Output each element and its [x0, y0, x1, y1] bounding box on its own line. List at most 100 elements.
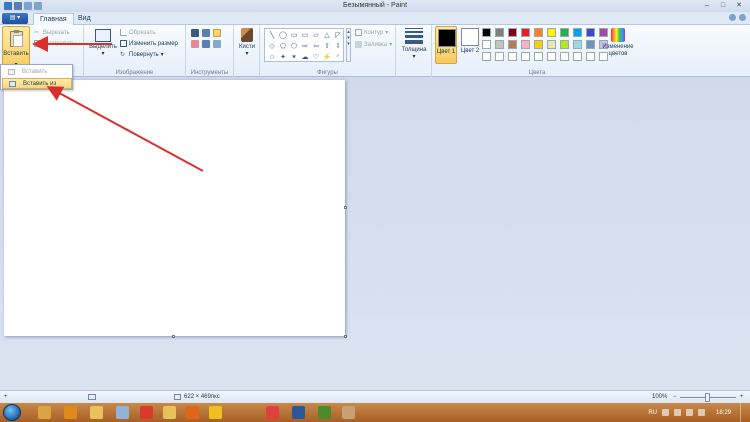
- size-button[interactable]: Толщина ▾: [399, 28, 429, 60]
- tab-home[interactable]: Главная: [33, 13, 74, 25]
- copy-button[interactable]: Копировать: [34, 40, 75, 47]
- arc-shape-icon[interactable]: ◜: [333, 53, 343, 63]
- palette-color-swatch[interactable]: [508, 28, 517, 37]
- palette-color-swatch[interactable]: [560, 28, 569, 37]
- canvas-resize-handle-corner[interactable]: [344, 335, 347, 338]
- flag-icon[interactable]: [697, 409, 705, 416]
- minimize-button[interactable]: –: [700, 1, 714, 10]
- palette-color-swatch[interactable]: [573, 52, 582, 61]
- shapes-gallery[interactable]: ╲ ◯ ▭ ▭ ▱ △ ◸ ◇ ⬠ ⬡ ⇨ ⇦ ⇧ ⇩ ☆ ✦ ✶ ☁ ♡ ⚡ …: [264, 28, 344, 62]
- palette-color-swatch[interactable]: [508, 52, 517, 61]
- color-picker-icon[interactable]: [202, 40, 210, 48]
- pencil-icon[interactable]: [191, 29, 199, 37]
- palette-color-swatch[interactable]: [560, 40, 569, 49]
- paint-menu-button[interactable]: ▤ ▾: [2, 13, 28, 24]
- arrow-left-shape-icon[interactable]: ⇦: [311, 42, 321, 52]
- star5-shape-icon[interactable]: ✦: [278, 53, 288, 63]
- documents-icon[interactable]: [116, 406, 129, 419]
- edit-colors-button[interactable]: Изменение цветов: [598, 28, 638, 58]
- menu-item-paste-from[interactable]: Вставить из: [2, 78, 72, 89]
- palette-color-swatch[interactable]: [547, 40, 556, 49]
- clock[interactable]: 18:29: [716, 410, 731, 416]
- palette-color-swatch[interactable]: [547, 52, 556, 61]
- rectangle-shape-icon[interactable]: ▭: [289, 31, 299, 41]
- palette-color-swatch[interactable]: [495, 52, 504, 61]
- palette-color-swatch[interactable]: [547, 28, 556, 37]
- palette-color-swatch[interactable]: [586, 52, 595, 61]
- star6-shape-icon[interactable]: ✶: [289, 53, 299, 63]
- folder-icon[interactable]: [90, 406, 103, 419]
- paint-icon[interactable]: [342, 406, 355, 419]
- show-desktop-button[interactable]: [740, 403, 746, 422]
- arrow-up-shape-icon[interactable]: ⇧: [322, 42, 332, 52]
- media-player-icon[interactable]: [64, 406, 77, 419]
- palette-color-swatch[interactable]: [573, 28, 582, 37]
- cut-button[interactable]: ✂ Вырезать: [34, 29, 70, 37]
- right-triangle-shape-icon[interactable]: ◸: [333, 31, 343, 41]
- curve-shape-icon[interactable]: ◯: [278, 31, 288, 41]
- word-icon[interactable]: [292, 406, 305, 419]
- resize-button[interactable]: Изменить размер: [120, 40, 178, 47]
- text-tool-icon[interactable]: [213, 29, 221, 37]
- outline-button[interactable]: Контур ▾: [355, 29, 388, 36]
- firefox-icon[interactable]: [186, 406, 199, 419]
- zoom-out-button[interactable]: −: [673, 394, 677, 400]
- canvas-resize-handle-bottom[interactable]: [172, 335, 175, 338]
- drawing-canvas[interactable]: [4, 80, 345, 336]
- palette-color-swatch[interactable]: [482, 40, 491, 49]
- close-button[interactable]: ✕: [732, 1, 746, 10]
- lightning-shape-icon[interactable]: ⚡: [322, 53, 332, 63]
- eraser-icon[interactable]: [191, 40, 199, 48]
- explorer-window-icon[interactable]: [163, 406, 176, 419]
- crop-button[interactable]: Обрезать: [120, 29, 155, 36]
- star4-shape-icon[interactable]: ☆: [267, 53, 277, 63]
- callout-shape-icon[interactable]: ☁: [300, 53, 310, 63]
- color2-button[interactable]: Цвет 2: [459, 26, 481, 64]
- brushes-button[interactable]: Кисти ▾: [236, 28, 258, 57]
- polygon-shape-icon[interactable]: ▱: [311, 31, 321, 41]
- palette-color-swatch[interactable]: [521, 52, 530, 61]
- help-icon[interactable]: [739, 14, 746, 21]
- select-button[interactable]: Выделить ▾: [88, 29, 118, 57]
- palette-color-swatch[interactable]: [573, 40, 582, 49]
- palette-color-swatch[interactable]: [534, 40, 543, 49]
- palette-color-swatch[interactable]: [495, 40, 504, 49]
- palette-color-swatch[interactable]: [521, 40, 530, 49]
- palette-color-swatch[interactable]: [534, 52, 543, 61]
- diamond-shape-icon[interactable]: ◇: [267, 42, 277, 52]
- zoom-in-button[interactable]: +: [740, 394, 744, 400]
- triangle-shape-icon[interactable]: △: [322, 31, 332, 41]
- color1-button[interactable]: Цвет 1: [435, 26, 457, 64]
- pentagon-shape-icon[interactable]: ⬠: [278, 42, 288, 52]
- network-icon[interactable]: [673, 409, 681, 416]
- palette-color-swatch[interactable]: [521, 28, 530, 37]
- menu-item-paste[interactable]: Вставить: [2, 67, 72, 78]
- palette-color-swatch[interactable]: [586, 40, 595, 49]
- yandex-icon[interactable]: [209, 406, 222, 419]
- explorer-icon[interactable]: [38, 406, 51, 419]
- palette-color-swatch[interactable]: [586, 28, 595, 37]
- rotate-button[interactable]: ↻ Повернуть ▾: [120, 51, 164, 59]
- zoom-slider-thumb[interactable]: [705, 393, 710, 402]
- palette-color-swatch[interactable]: [508, 40, 517, 49]
- maximize-button[interactable]: □: [716, 1, 730, 10]
- palette-color-swatch[interactable]: [495, 28, 504, 37]
- palette-color-swatch[interactable]: [482, 28, 491, 37]
- chrome-active-icon[interactable]: [318, 406, 331, 419]
- canvas-resize-handle-right[interactable]: [344, 206, 347, 209]
- tray-icon[interactable]: [661, 409, 669, 416]
- line-shape-icon[interactable]: ╲: [267, 31, 277, 41]
- language-indicator[interactable]: RU: [648, 410, 657, 416]
- hexagon-shape-icon[interactable]: ⬡: [289, 42, 299, 52]
- palette-color-swatch[interactable]: [482, 52, 491, 61]
- minimize-ribbon-icon[interactable]: [729, 14, 736, 21]
- fill-button[interactable]: Заливка ▾: [355, 41, 392, 48]
- shapes-scroll[interactable]: ▴ ▾ ▾: [346, 28, 351, 62]
- arrow-right-shape-icon[interactable]: ⇨: [300, 42, 310, 52]
- palette-color-swatch[interactable]: [534, 28, 543, 37]
- rounded-rectangle-shape-icon[interactable]: ▭: [300, 31, 310, 41]
- fill-bucket-icon[interactable]: [202, 29, 210, 37]
- start-button[interactable]: [3, 404, 21, 421]
- tab-view[interactable]: Вид: [72, 13, 97, 25]
- arrow-down-shape-icon[interactable]: ⇩: [333, 42, 343, 52]
